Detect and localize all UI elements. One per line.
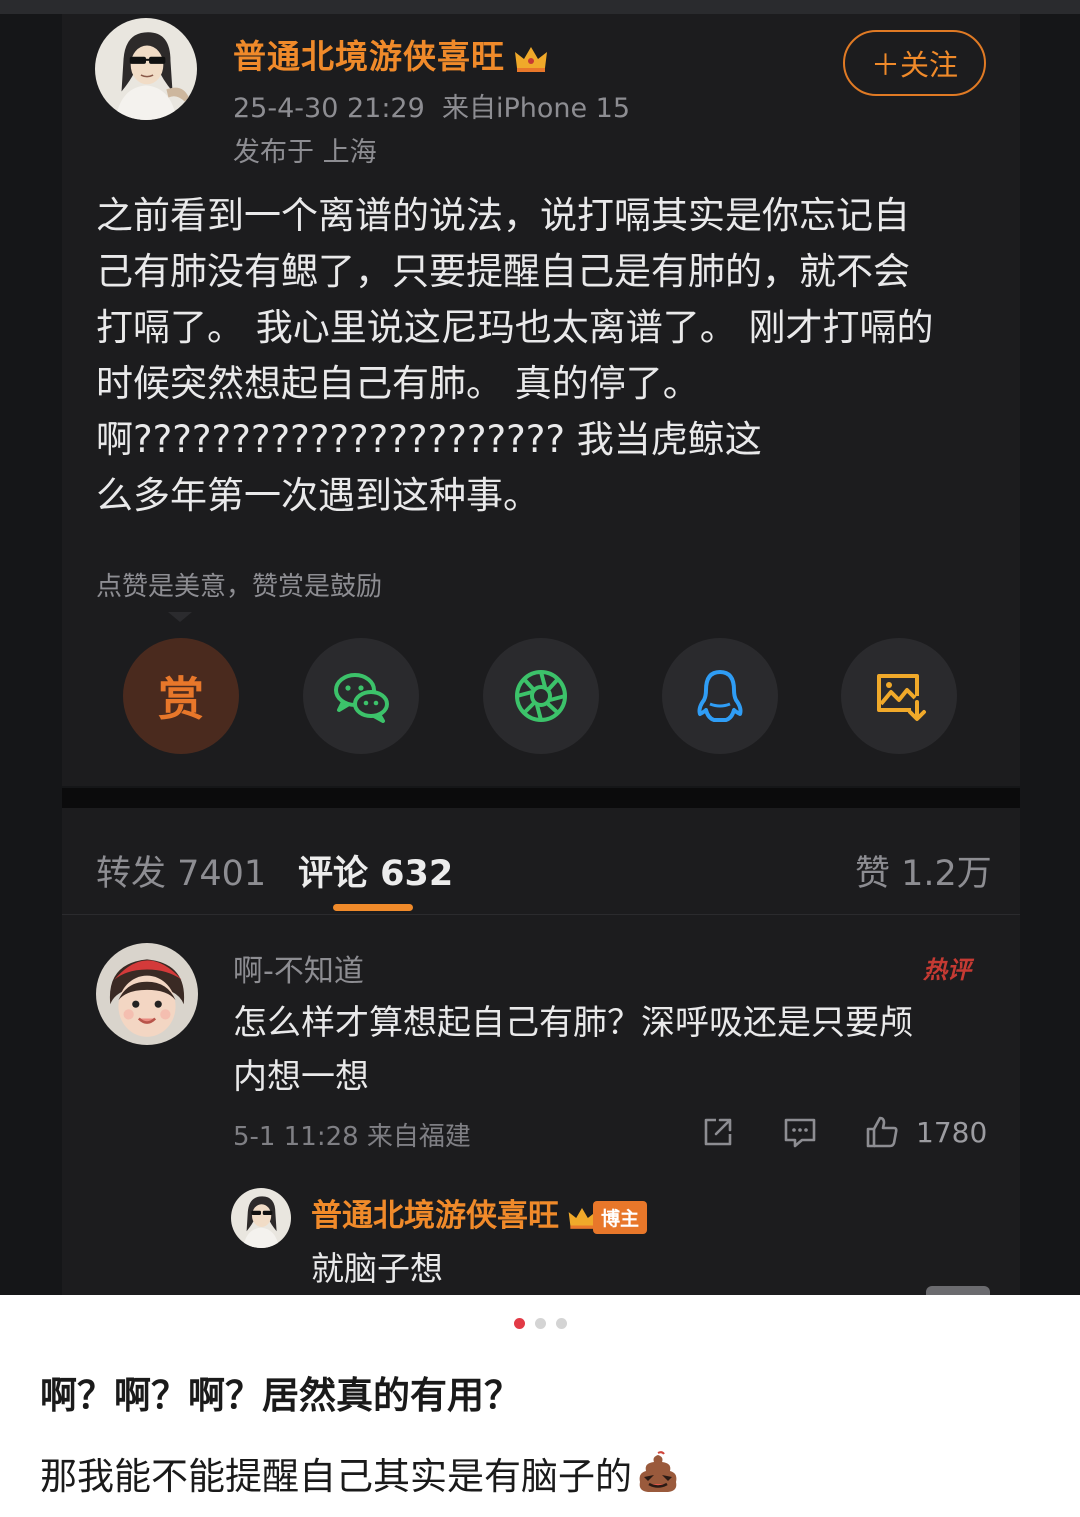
reply-author-name[interactable]: 普通北境游侠喜旺 博主	[311, 1190, 648, 1235]
carousel-dot[interactable]	[555, 1318, 567, 1329]
share-icon	[704, 1118, 732, 1146]
active-tab-indicator	[333, 904, 413, 911]
author-badge-label: 博主	[593, 1201, 648, 1234]
wechat-share-button[interactable]	[303, 638, 419, 754]
wechat-icon	[334, 673, 389, 723]
reply-icon	[784, 1118, 816, 1148]
qq-share-button[interactable]	[662, 638, 778, 754]
follow-button[interactable]: ＋关注	[843, 30, 986, 96]
author-name[interactable]: 普通北境游侠喜旺	[233, 30, 549, 78]
tab-likes[interactable]: 赞 1.2万	[855, 845, 992, 896]
stats-divider	[62, 914, 1020, 915]
caption-line-1: 啊？啊？啊？居然真的有用？	[40, 1374, 521, 1417]
carousel-dot[interactable]	[513, 1318, 525, 1329]
commenter-avatar[interactable]	[96, 943, 198, 1045]
save-image-button[interactable]	[841, 638, 957, 754]
comment-line: 内想一想	[233, 1057, 369, 1097]
crown-icon	[515, 46, 547, 72]
weibo-screenshot: 普通北境游侠喜旺 25-4-30 21:29 来自iPhone 15 发布于 上…	[0, 0, 1080, 1295]
reply-body: 就脑子想	[311, 1249, 443, 1288]
post-location: 发布于 上海	[233, 137, 377, 168]
author-name-text: 普通北境游侠喜旺	[233, 37, 505, 76]
tip-arrow	[168, 612, 192, 622]
comment-like-count: 1780	[916, 1116, 988, 1149]
comment-reply-button[interactable]	[782, 1114, 818, 1150]
post-body-line: 时候突然想起自己有肺。 真的停了。	[96, 362, 700, 405]
section-divider	[62, 788, 1020, 808]
comment-meta: 5-1 11:28 来自福建	[233, 1122, 471, 1152]
carousel-indicator	[0, 1318, 1080, 1332]
carousel-dot[interactable]	[534, 1318, 546, 1329]
tab-comments[interactable]: 评论 632	[298, 845, 453, 896]
thumbs-up-icon	[866, 1116, 898, 1148]
reply-author-avatar[interactable]	[231, 1188, 291, 1248]
comment-body: 怎么样才算想起自己有肺？深呼吸还是只要颅 内想一想	[233, 996, 993, 1104]
reward-icon: 赏	[158, 672, 204, 726]
qq-icon	[697, 670, 743, 722]
post-body-line: 啊?????????????????????? 我当虎鲸这	[96, 418, 762, 461]
post-timestamp: 25-4-30 21:29	[233, 93, 425, 124]
reward-tip: 点赞是美意，赞赏是鼓励	[96, 572, 383, 602]
poop-emoji-icon	[639, 1451, 677, 1492]
author-avatar[interactable]	[95, 18, 197, 120]
post-device: 来自iPhone 15	[441, 93, 631, 124]
caption-line-2-text: 那我能不能提醒自己其实是有脑子的	[40, 1455, 632, 1498]
moments-share-button[interactable]	[483, 638, 599, 754]
post-body-line: 之前看到一个离谱的说法，说打嗝其实是你忘记自	[96, 194, 910, 237]
tab-repost[interactable]: 转发 7401	[96, 845, 266, 896]
scroll-handle	[926, 1286, 990, 1295]
commenter-name[interactable]: 啊-不知道	[233, 946, 364, 990]
comment-like-button[interactable]	[864, 1114, 900, 1150]
post-body-line: 么多年第一次遇到这种事。	[96, 474, 540, 517]
moments-icon	[515, 670, 567, 722]
caption-line-2: 那我能不能提醒自己其实是有脑子的	[40, 1446, 682, 1500]
comment-line: 怎么样才算想起自己有肺？深呼吸还是只要颅	[233, 1003, 913, 1043]
hot-comment-badge: 热评	[923, 956, 971, 984]
reply-author-text: 普通北境游侠喜旺	[311, 1198, 559, 1234]
post-body-line: 己有肺没有鳃了，只要提醒自己是有肺的，就不会	[96, 250, 910, 293]
save-image-icon	[877, 674, 926, 721]
reward-button[interactable]: 赏	[123, 638, 239, 754]
comment-share-button[interactable]	[700, 1114, 736, 1150]
post-body-line: 打嗝了。 我心里说这尼玛也太离谱了。 刚才打嗝的	[96, 306, 934, 349]
author-badge: 博主	[567, 1201, 648, 1234]
post-body: 之前看到一个离谱的说法，说打嗝其实是你忘记自 己有肺没有鳃了，只要提醒自己是有肺…	[96, 188, 986, 524]
top-edge	[0, 0, 1080, 14]
post-meta: 25-4-30 21:29 来自iPhone 15	[233, 86, 630, 125]
